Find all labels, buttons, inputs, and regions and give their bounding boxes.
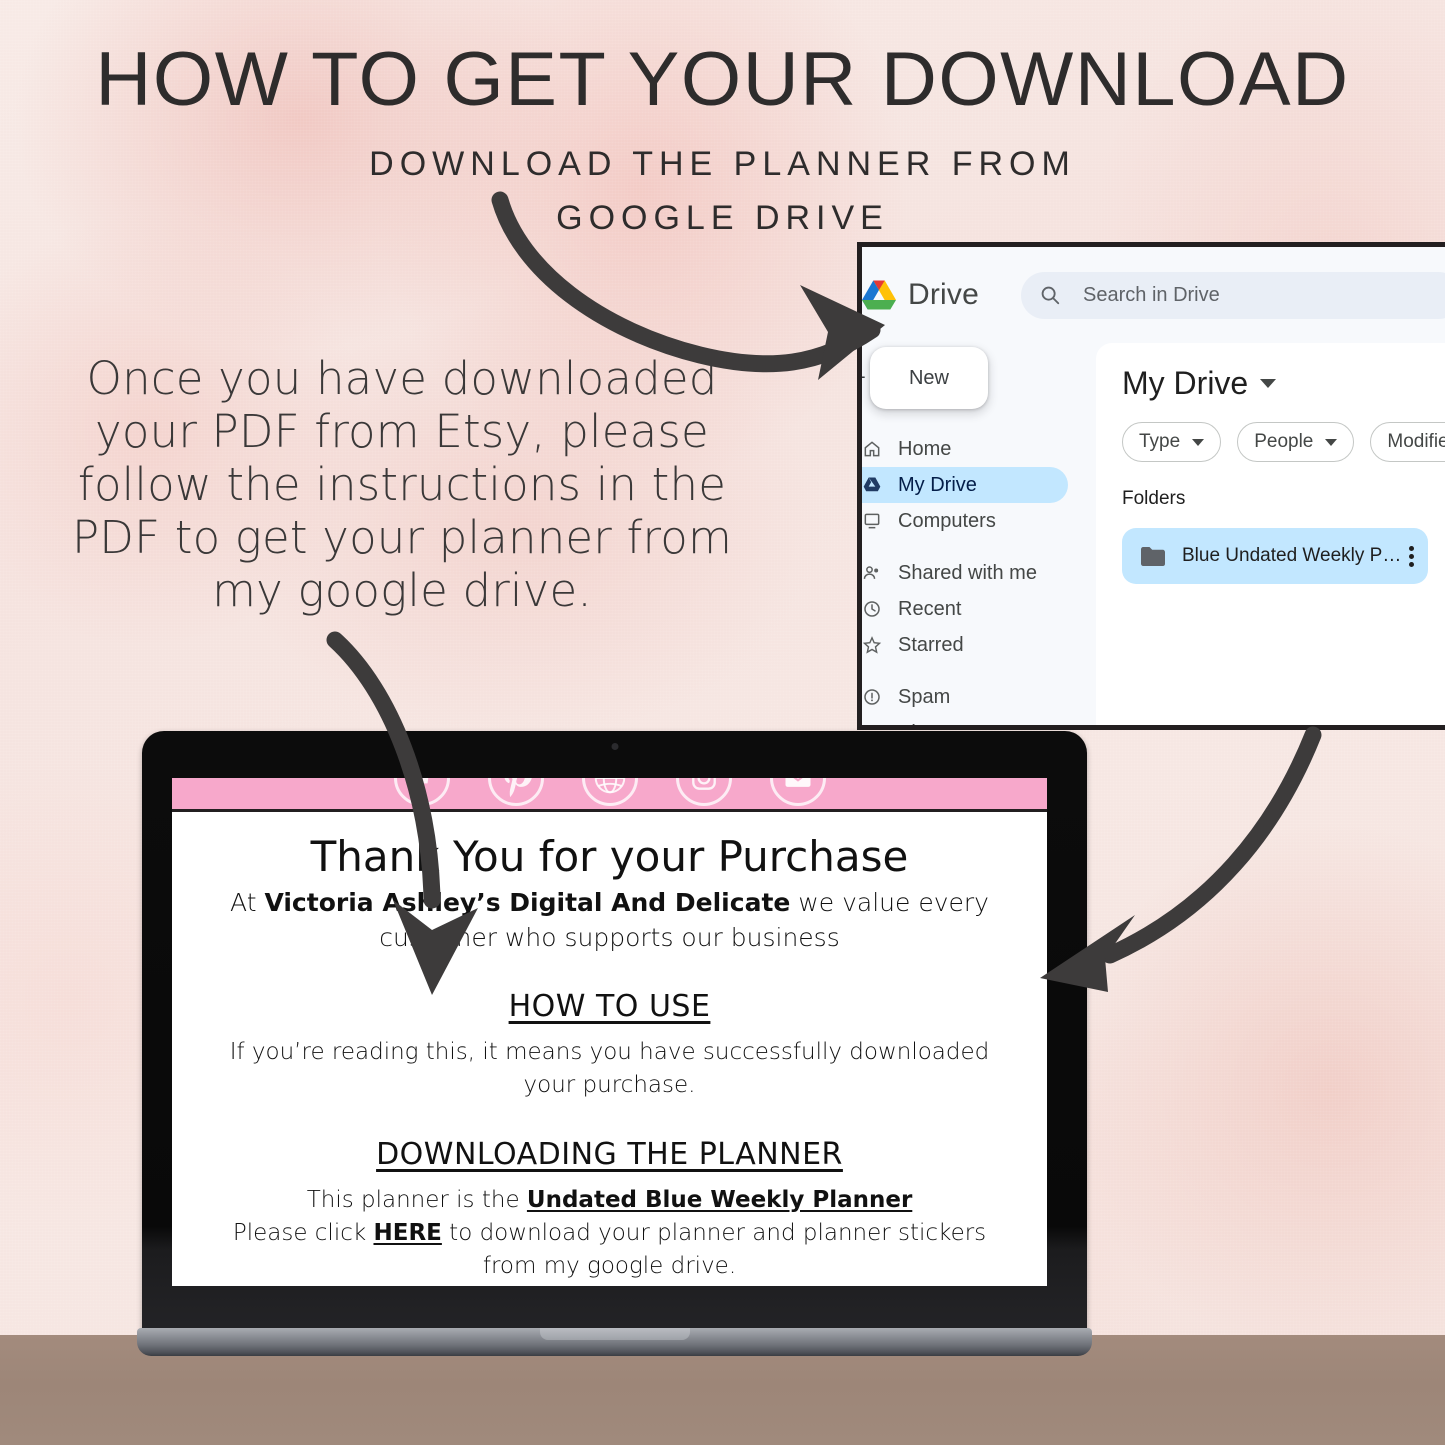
sidebar-item-label: Home [898,437,952,460]
document-title: Thank You for your Purchase [310,832,909,881]
folder-name-label: Blue Undated Weekly P… [1182,545,1399,566]
google-drive-window: Drive Search in Drive + New [862,247,1445,725]
laptop-mockup: Thank You for your Purchase At Victoria … [137,731,1092,1356]
chevron-down-icon [1325,438,1338,446]
filter-chip-row: Type People Modified [1122,422,1445,462]
planner-line-prefix: This planner is the [306,1186,527,1213]
google-drive-screenshot: Drive Search in Drive + New [857,242,1445,730]
trash-icon [862,723,882,725]
spam-icon [862,687,882,707]
section-body-how-to-use: If you’re reading this, it means you hav… [229,1039,990,1099]
section-heading-how-to-use: HOW TO USE [508,989,711,1024]
sidebar-item-recent[interactable]: Recent [862,591,1068,627]
sidebar-item-label: Recent [898,597,962,620]
thank-you-document: Thank You for your Purchase At Victoria … [172,812,1047,1284]
drive-brand-label: Drive [908,278,980,311]
folder-icon [1140,546,1166,567]
search-input[interactable]: Search in Drive [1021,271,1445,319]
pinterest-icon[interactable] [487,778,544,806]
chevron-down-icon [1260,379,1277,388]
star-icon [862,635,882,655]
search-icon [1039,284,1061,306]
breadcrumb-label: My Drive [1122,365,1249,401]
drive-sidebar: + New Home My Drive [862,343,1096,725]
google-drive-logo-icon [862,280,896,310]
click-line-suffix: to download your planner and planner sti… [441,1220,987,1280]
sidebar-item-label: Bin [898,722,927,726]
globe-icon[interactable] [581,778,638,806]
drive-top-bar: Drive Search in Drive [862,247,1445,343]
sidebar-divider-gap-2 [862,663,1096,679]
social-icon-row [393,778,826,806]
filter-chip-modified[interactable]: Modified [1370,422,1445,462]
computers-icon [862,511,882,531]
shared-with-me-icon [862,563,882,583]
search-placeholder-text: Search in Drive [1083,283,1220,306]
folders-section-label: Folders [1122,488,1186,509]
sidebar-divider-gap [862,539,1096,555]
new-button-label: New [908,366,949,389]
facebook-icon[interactable] [393,778,450,806]
planner-name-link[interactable]: Undated Blue Weekly Planner [527,1187,912,1213]
shop-name: Victoria Ashley’s Digital And Delicate [264,888,791,917]
sidebar-item-home[interactable]: Home [862,431,1068,467]
sidebar-item-bin[interactable]: Bin [862,715,1068,726]
laptop-screen: Thank You for your Purchase At Victoria … [172,778,1047,1286]
filter-chip-label: Modified [1387,431,1445,452]
filter-chip-people[interactable]: People [1237,422,1355,462]
page-subtitle: DOWNLOAD THE PLANNER FROM GOOGLE DRIVE [0,138,1445,245]
sidebar-item-label: Shared with me [898,561,1037,584]
sidebar-item-label: Computers [898,509,996,532]
drive-main-content: My Drive Type People Modified [1096,343,1445,725]
plus-icon: + [862,367,866,390]
my-drive-icon [862,475,882,495]
folder-item[interactable]: Blue Undated Weekly P… [1122,528,1428,584]
sidebar-item-my-drive[interactable]: My Drive [862,467,1068,503]
chevron-down-icon [1192,438,1205,446]
breadcrumb[interactable]: My Drive [1122,365,1445,402]
sidebar-item-label: My Drive [898,473,977,496]
intro-prefix: At [230,888,265,917]
sidebar-item-starred[interactable]: Starred [862,627,1068,663]
section-heading-downloading: DOWNLOADING THE PLANNER [376,1136,843,1172]
home-icon [862,439,882,459]
email-icon[interactable] [769,778,826,806]
page-subtitle-line-1: DOWNLOAD THE PLANNER FROM [369,145,1076,183]
filter-chip-type[interactable]: Type [1122,422,1222,462]
filter-chip-label: People [1254,431,1314,452]
sidebar-item-computers[interactable]: Computers [862,503,1068,539]
filter-chip-label: Type [1139,431,1181,452]
sidebar-item-spam[interactable]: Spam [862,679,1068,715]
new-button[interactable]: + New [862,347,988,409]
click-line-prefix: Please click [232,1220,374,1247]
sidebar-item-label: Starred [898,633,964,656]
document-intro: At Victoria Ashley’s Digital And Delicat… [224,885,995,955]
section-body-downloading: This planner is the Undated Blue Weekly … [224,1184,995,1284]
sidebar-item-label: Spam [898,685,951,708]
instruction-note: Once you have downloaded your PDF from E… [71,352,733,618]
drive-body: + New Home My Drive [862,343,1445,725]
clock-icon [862,599,882,619]
pink-header-bar [172,778,1047,812]
laptop-base-notch [539,1328,690,1340]
webcam-icon [611,743,618,750]
more-options-icon[interactable] [1409,543,1414,570]
drive-nav-list: Home My Drive Computers Shared with me R… [862,431,1096,726]
here-link[interactable]: HERE [373,1220,441,1246]
instagram-icon[interactable] [675,778,732,806]
sidebar-item-shared-with-me[interactable]: Shared with me [862,555,1068,591]
page-subtitle-line-2: GOOGLE DRIVE [556,198,889,237]
page-title: HOW TO GET YOUR DOWNLOAD [95,37,1350,122]
